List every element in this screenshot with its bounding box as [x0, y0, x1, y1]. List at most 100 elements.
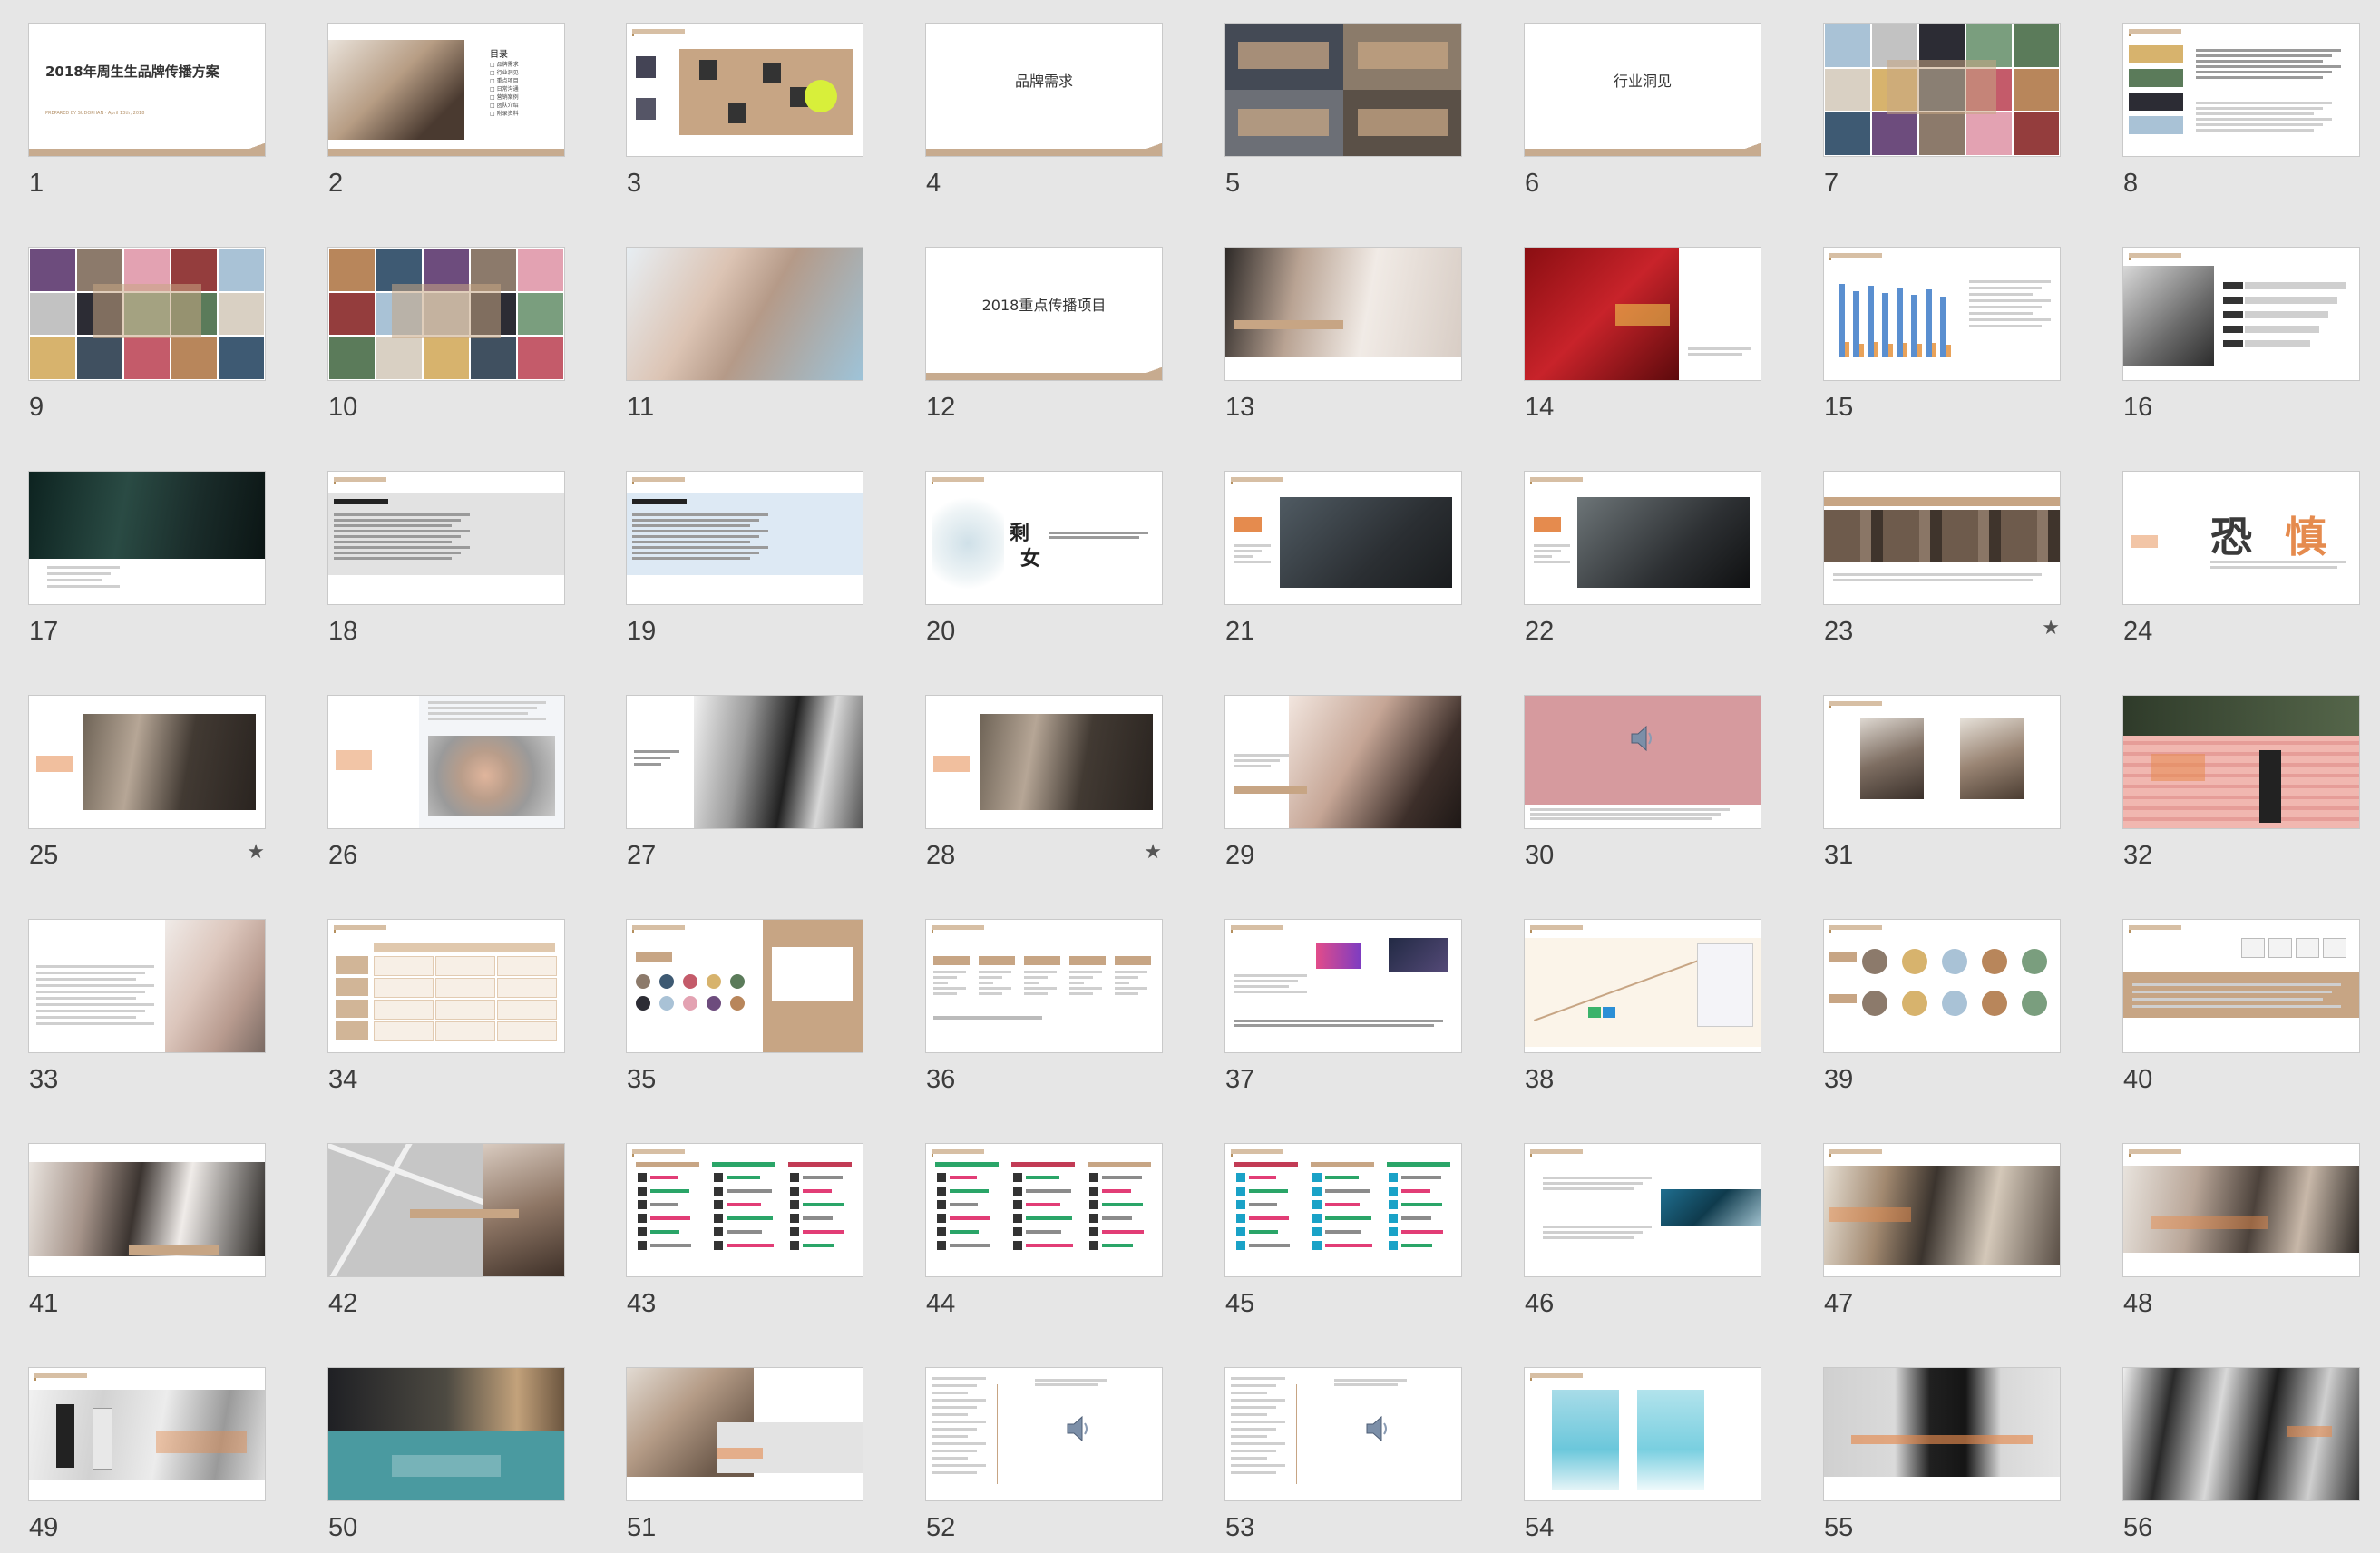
slide-preview[interactable]: [1525, 920, 1761, 1052]
slide-thumbnail-14[interactable]: 14: [1525, 248, 1761, 429]
slide-preview[interactable]: [29, 248, 265, 380]
slide-thumbnail-47[interactable]: 47: [1824, 1144, 2060, 1325]
slide-preview[interactable]: [926, 1144, 1162, 1276]
slide-preview[interactable]: [29, 472, 265, 604]
slide-preview[interactable]: [1225, 472, 1461, 604]
slide-preview[interactable]: [926, 920, 1162, 1052]
slide-thumbnail-41[interactable]: 41: [29, 1144, 265, 1325]
slide-preview[interactable]: [1824, 472, 2060, 604]
slide-thumbnail-12[interactable]: 2018重点传播项目 12: [926, 248, 1162, 429]
slide-thumbnail-28[interactable]: 28 ★: [926, 696, 1162, 877]
slide-thumbnail-21[interactable]: 21: [1225, 472, 1461, 653]
slide-preview[interactable]: [627, 1144, 863, 1276]
slide-thumbnail-2[interactable]: 目录 □ 品牌需求 □ 行业洞见 □ 重点项目 □ 日常沟通 □ 营销案例 □ 团队介绍 □ …: [328, 24, 564, 205]
slide-preview[interactable]: [1824, 920, 2060, 1052]
slide-preview[interactable]: [1225, 248, 1461, 380]
slide-thumbnail-23[interactable]: 23 ★: [1824, 472, 2060, 653]
slide-preview[interactable]: 恐慎: [2123, 472, 2359, 604]
slide-preview[interactable]: [926, 696, 1162, 828]
slide-preview[interactable]: [29, 920, 265, 1052]
slide-preview[interactable]: 2018年周生生品牌传播方案 PREPARED BY SUDOPHAN · Apr…: [29, 24, 265, 156]
slide-thumbnail-43[interactable]: 43: [627, 1144, 863, 1325]
slide-preview[interactable]: [627, 1368, 863, 1500]
slide-preview[interactable]: [2123, 24, 2359, 156]
slide-thumbnail-13[interactable]: 13: [1225, 248, 1461, 429]
slide-thumbnail-24[interactable]: 恐慎 24: [2123, 472, 2359, 653]
slide-thumbnail-54[interactable]: 54: [1525, 1368, 1761, 1549]
slide-preview[interactable]: [29, 696, 265, 828]
slide-thumbnail-39[interactable]: 39: [1824, 920, 2060, 1101]
slide-preview[interactable]: 行业洞见: [1525, 24, 1761, 156]
slide-preview[interactable]: [627, 472, 863, 604]
slide-thumbnail-4[interactable]: 品牌需求 4: [926, 24, 1162, 205]
slide-preview[interactable]: [627, 248, 863, 380]
slide-thumbnail-29[interactable]: 29: [1225, 696, 1461, 877]
slide-thumbnail-6[interactable]: 行业洞见 6: [1525, 24, 1761, 205]
slide-thumbnail-3[interactable]: 3: [627, 24, 863, 205]
slide-thumbnail-33[interactable]: 33: [29, 920, 265, 1101]
slide-preview[interactable]: 目录 □ 品牌需求 □ 行业洞见 □ 重点项目 □ 日常沟通 □ 营销案例 □ 团队介绍 □ …: [328, 24, 564, 156]
slide-thumbnail-36[interactable]: 36: [926, 920, 1162, 1101]
slide-thumbnail-52[interactable]: 52: [926, 1368, 1162, 1549]
slide-thumbnail-42[interactable]: 42: [328, 1144, 564, 1325]
slide-preview[interactable]: [1525, 1144, 1761, 1276]
slide-preview[interactable]: [1525, 1368, 1761, 1500]
slide-thumbnail-31[interactable]: 31: [1824, 696, 2060, 877]
slide-preview[interactable]: [627, 696, 863, 828]
slide-thumbnail-1[interactable]: 2018年周生生品牌传播方案 PREPARED BY SUDOPHAN · Apr…: [29, 24, 265, 205]
slide-preview[interactable]: [328, 696, 564, 828]
slide-preview[interactable]: [328, 472, 564, 604]
slide-thumbnail-35[interactable]: 35: [627, 920, 863, 1101]
slide-thumbnail-51[interactable]: 51: [627, 1368, 863, 1549]
slide-preview[interactable]: 品牌需求: [926, 24, 1162, 156]
slide-thumbnail-49[interactable]: 49: [29, 1368, 265, 1549]
slide-thumbnail-16[interactable]: 16: [2123, 248, 2359, 429]
slide-thumbnail-38[interactable]: 38: [1525, 920, 1761, 1101]
slide-thumbnail-45[interactable]: 45: [1225, 1144, 1461, 1325]
slide-preview[interactable]: 2018重点传播项目: [926, 248, 1162, 380]
slide-preview[interactable]: [1225, 1368, 1461, 1500]
slide-preview[interactable]: [1824, 1144, 2060, 1276]
slide-preview[interactable]: [1225, 920, 1461, 1052]
slide-thumbnail-5[interactable]: 5: [1225, 24, 1461, 205]
slide-preview[interactable]: [1525, 472, 1761, 604]
slide-thumbnail-46[interactable]: 46: [1525, 1144, 1761, 1325]
slide-preview[interactable]: [627, 920, 863, 1052]
slide-preview[interactable]: 剩女: [926, 472, 1162, 604]
slide-preview[interactable]: [328, 1144, 564, 1276]
slide-thumbnail-48[interactable]: 48: [2123, 1144, 2359, 1325]
slide-thumbnail-50[interactable]: 50: [328, 1368, 564, 1549]
slide-thumbnail-27[interactable]: 27: [627, 696, 863, 877]
slide-preview[interactable]: [29, 1368, 265, 1500]
slide-thumbnail-8[interactable]: 8: [2123, 24, 2359, 205]
slide-preview[interactable]: [1525, 696, 1761, 828]
slide-preview[interactable]: [627, 24, 863, 156]
slide-preview[interactable]: [1525, 248, 1761, 380]
slide-preview[interactable]: [1824, 1368, 2060, 1500]
slide-preview[interactable]: [926, 1368, 1162, 1500]
slide-thumbnail-7[interactable]: 7: [1824, 24, 2060, 205]
slide-thumbnail-26[interactable]: 26: [328, 696, 564, 877]
slide-preview[interactable]: [1225, 24, 1461, 156]
slide-thumbnail-25[interactable]: 25 ★: [29, 696, 265, 877]
slide-thumbnail-32[interactable]: 32: [2123, 696, 2359, 877]
slide-thumbnail-40[interactable]: 40: [2123, 920, 2359, 1101]
slide-thumbnail-34[interactable]: 34: [328, 920, 564, 1101]
slide-preview[interactable]: [1225, 696, 1461, 828]
slide-preview[interactable]: [328, 248, 564, 380]
slide-thumbnail-20[interactable]: 剩女 20: [926, 472, 1162, 653]
slide-thumbnail-55[interactable]: 55: [1824, 1368, 2060, 1549]
slide-preview[interactable]: [2123, 920, 2359, 1052]
slide-thumbnail-15[interactable]: 15: [1824, 248, 2060, 429]
slide-preview[interactable]: [2123, 248, 2359, 380]
slide-preview[interactable]: [1824, 24, 2060, 156]
slide-preview[interactable]: [1225, 1144, 1461, 1276]
slide-preview[interactable]: [1824, 248, 2060, 380]
slide-thumbnail-44[interactable]: 44: [926, 1144, 1162, 1325]
slide-preview[interactable]: [2123, 1368, 2359, 1500]
slide-thumbnail-19[interactable]: 19: [627, 472, 863, 653]
slide-thumbnail-30[interactable]: 30: [1525, 696, 1761, 877]
slide-thumbnail-11[interactable]: 11: [627, 248, 863, 429]
slide-preview[interactable]: [328, 920, 564, 1052]
slide-thumbnail-53[interactable]: 53: [1225, 1368, 1461, 1549]
